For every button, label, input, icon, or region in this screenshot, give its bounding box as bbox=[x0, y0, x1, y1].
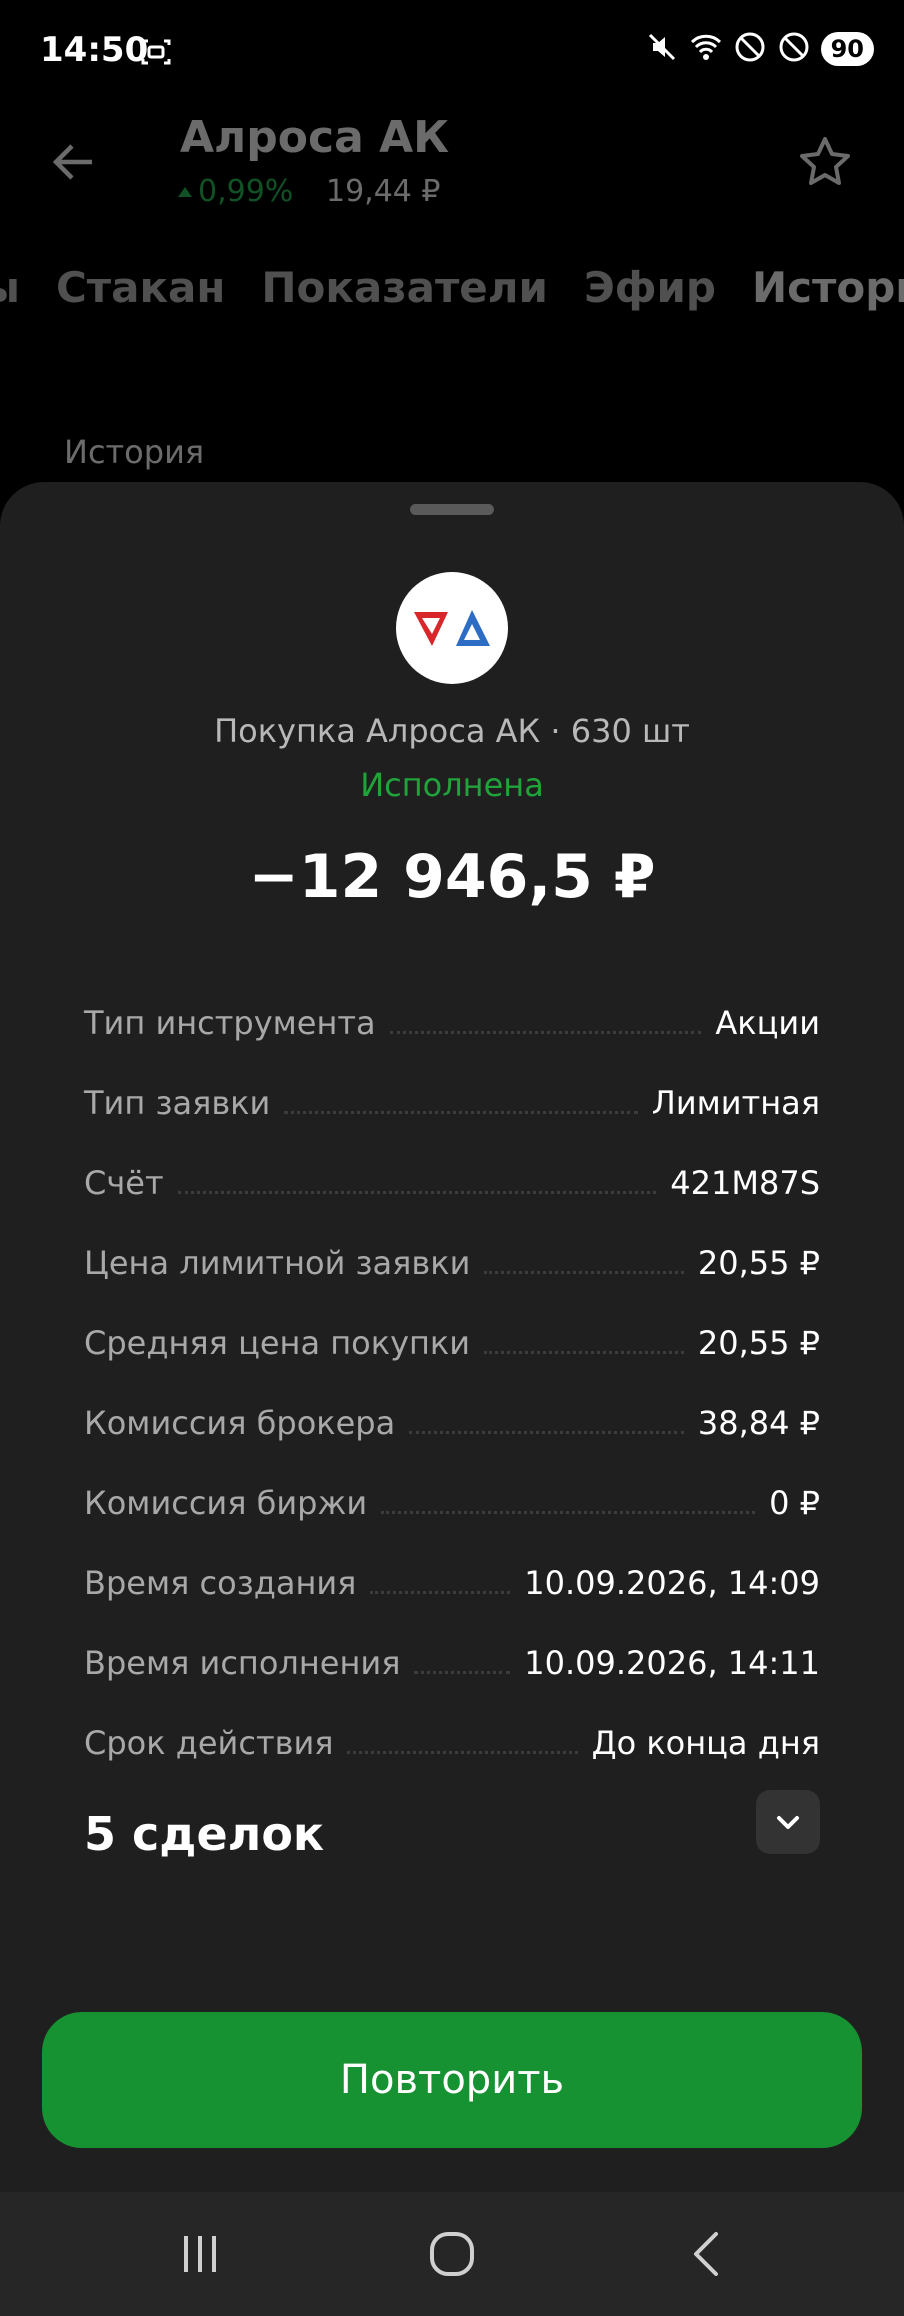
up-triangle-icon bbox=[178, 186, 192, 197]
screenshot-icon bbox=[140, 36, 172, 68]
detail-value: 38,84 ₽ bbox=[697, 1404, 820, 1442]
instrument-price: 19,44 ₽ bbox=[326, 174, 441, 209]
order-status: Исполнена bbox=[360, 766, 544, 804]
repeat-button[interactable]: Повторить bbox=[42, 2012, 862, 2148]
tab-history: История bbox=[751, 263, 904, 312]
dotted-leader bbox=[484, 1271, 684, 1274]
detail-label: Тип инструмента bbox=[84, 1004, 376, 1042]
back-chevron-icon bbox=[694, 2232, 718, 2276]
detail-label: Счёт bbox=[84, 1164, 164, 1202]
dotted-leader bbox=[389, 1031, 702, 1034]
expand-deals-button[interactable] bbox=[756, 1790, 820, 1854]
detail-row: Комиссия биржи 0 ₽ bbox=[84, 1462, 820, 1542]
mute-icon bbox=[645, 30, 679, 68]
detail-label: Комиссия брокера bbox=[84, 1404, 396, 1442]
tabs: ы Стакан Показатели Эфир История bbox=[0, 263, 904, 312]
detail-label: Цена лимитной заявки bbox=[84, 1244, 471, 1282]
recent-apps-icon bbox=[184, 2236, 216, 2272]
screen: 14:50 90 Алроса АК 0,99% 19,44 ₽ ы Стака… bbox=[0, 0, 904, 2316]
background-app: Алроса АК 0,99% 19,44 ₽ ы Стакан Показат… bbox=[0, 108, 904, 508]
detail-value: 20,55 ₽ bbox=[697, 1324, 820, 1362]
detail-label: Средняя цена покупки bbox=[84, 1324, 471, 1362]
detail-row: Цена лимитной заявки 20,55 ₽ bbox=[84, 1222, 820, 1302]
detail-value: 20,55 ₽ bbox=[697, 1244, 820, 1282]
detail-row: Время создания 10.09.2026, 14:09 bbox=[84, 1542, 820, 1622]
detail-row: Тип инструмента Акции bbox=[84, 982, 820, 1062]
order-details-sheet: Покупка Алроса АК · 630 шт Исполнена −12… bbox=[0, 482, 904, 2192]
dotted-leader bbox=[414, 1671, 511, 1674]
detail-row: Счёт 421M87S bbox=[84, 1142, 820, 1222]
detail-label: Комиссия биржи bbox=[84, 1484, 368, 1522]
detail-row: Комиссия брокера 38,84 ₽ bbox=[84, 1382, 820, 1462]
tab-orderbook: Стакан bbox=[55, 263, 226, 312]
detail-label: Срок действия bbox=[84, 1724, 334, 1762]
sheet-drag-handle[interactable] bbox=[410, 504, 494, 515]
deals-count[interactable]: 5 сделок bbox=[84, 1807, 324, 1861]
blocked-icon bbox=[777, 30, 811, 68]
star-icon bbox=[796, 134, 854, 192]
home-icon bbox=[430, 2232, 474, 2276]
dotted-leader bbox=[370, 1591, 511, 1594]
dotted-leader bbox=[284, 1111, 638, 1114]
detail-row: Тип заявки Лимитная bbox=[84, 1062, 820, 1142]
alrosa-logo-icon bbox=[414, 610, 490, 646]
details-list: Тип инструмента Акции Тип заявки Лимитна… bbox=[84, 982, 820, 1782]
section-title: История bbox=[64, 433, 205, 471]
dotted-leader bbox=[484, 1351, 684, 1354]
order-subtitle: Покупка Алроса АК · 630 шт bbox=[214, 712, 690, 750]
instrument-title: Алроса АК bbox=[180, 112, 450, 163]
detail-value: 0 ₽ bbox=[769, 1484, 820, 1522]
detail-value: 10.09.2026, 14:11 bbox=[524, 1644, 820, 1682]
detail-label: Время создания bbox=[84, 1564, 357, 1602]
status-icons: 90 bbox=[645, 30, 874, 68]
dotted-leader bbox=[347, 1751, 578, 1754]
dotted-leader bbox=[409, 1431, 684, 1434]
system-nav-bar bbox=[0, 2192, 904, 2316]
detail-value: До конца дня bbox=[591, 1724, 820, 1762]
detail-value: Лимитная bbox=[651, 1084, 820, 1122]
detail-value: 421M87S bbox=[670, 1164, 820, 1202]
recent-apps-button[interactable] bbox=[168, 2222, 232, 2286]
detail-value: 10.09.2026, 14:09 bbox=[524, 1564, 820, 1602]
wifi-icon bbox=[689, 30, 723, 68]
battery-badge: 90 bbox=[820, 32, 874, 66]
price-change-value: 0,99% bbox=[198, 174, 294, 209]
price-change: 0,99% bbox=[178, 174, 293, 209]
tab-partial: ы bbox=[0, 263, 20, 312]
do-not-disturb-icon bbox=[733, 30, 767, 68]
status-bar: 14:50 90 bbox=[0, 0, 904, 108]
company-logo bbox=[396, 572, 508, 684]
tab-broadcast: Эфир bbox=[583, 263, 716, 312]
tab-indicators: Показатели bbox=[261, 263, 548, 312]
detail-row: Время исполнения 10.09.2026, 14:11 bbox=[84, 1622, 820, 1702]
detail-label: Тип заявки bbox=[84, 1084, 271, 1122]
detail-label: Время исполнения bbox=[84, 1644, 401, 1682]
detail-value: Акции bbox=[715, 1004, 820, 1042]
system-back-button[interactable] bbox=[676, 2222, 740, 2286]
dotted-leader bbox=[177, 1191, 657, 1194]
order-amount: −12 946,5 ₽ bbox=[248, 842, 656, 912]
back-arrow-icon bbox=[48, 136, 100, 188]
detail-row: Срок действия До конца дня bbox=[84, 1702, 820, 1782]
detail-row: Средняя цена покупки 20,55 ₽ bbox=[84, 1302, 820, 1382]
home-button[interactable] bbox=[420, 2222, 484, 2286]
dotted-leader bbox=[381, 1511, 756, 1514]
status-time: 14:50 bbox=[40, 30, 149, 70]
chevron-down-icon bbox=[777, 1816, 799, 1829]
